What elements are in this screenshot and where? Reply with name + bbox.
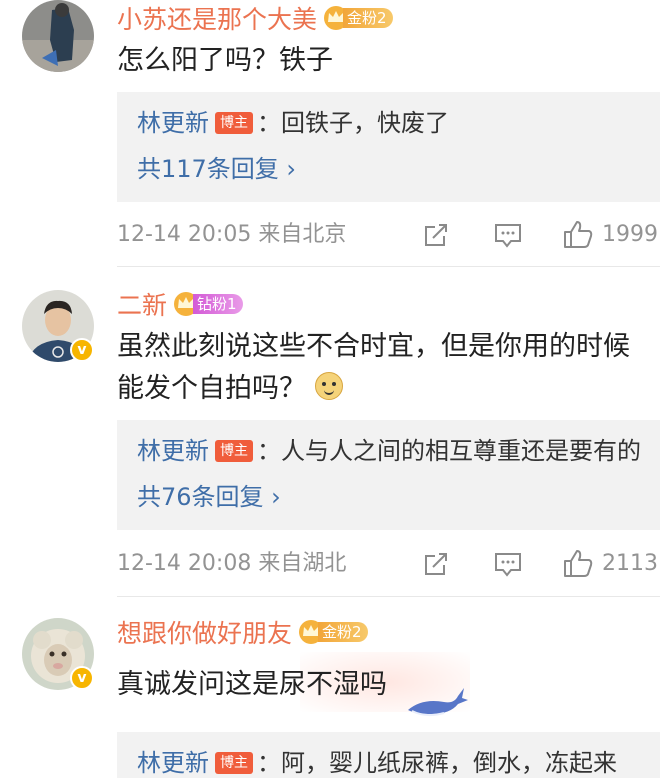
like-count: 1999 xyxy=(602,221,658,247)
like-icon xyxy=(564,550,593,577)
divider xyxy=(117,596,660,597)
reply-preview: 林更新 博主 ：人与人之间的相互尊重还是要有的 xyxy=(137,434,641,468)
fan-badge[interactable]: 钻粉1 xyxy=(173,292,243,316)
like-button[interactable]: 2113 xyxy=(562,548,658,578)
reply-box[interactable]: 林更新 博主 ：回铁子，快废了 共117条回复 › xyxy=(117,92,660,202)
comment-text: 真诚发问这是尿不湿吗 xyxy=(117,669,387,700)
comment-item: 小苏还是那个大美 金粉2 怎么阳了吗？铁子 林更新 博主 ：回铁子，快废了 共117… xyxy=(0,0,660,270)
comment-icon xyxy=(495,553,521,577)
comment-text-line: 能发个自拍吗？ xyxy=(117,368,657,410)
reply-text: ：阿，婴儿纸尿裤，倒水，冻起来 xyxy=(257,749,617,777)
comment-button[interactable] xyxy=(493,221,523,249)
comment-text: 怎么阳了吗？铁子 xyxy=(117,45,333,76)
comment-time: 12-14 20:08 xyxy=(117,551,252,576)
view-replies-link[interactable]: 共117条回复 › xyxy=(137,152,296,186)
comment-time: 12-14 20:05 xyxy=(117,222,252,247)
author-badge: 博主 xyxy=(215,752,253,774)
username[interactable]: 小苏还是那个大美 xyxy=(117,0,317,36)
like-button[interactable]: 1999 xyxy=(562,219,658,249)
author-badge: 博主 xyxy=(215,440,253,462)
comment-text: 虽然此刻说这些不合时宜，但是你用的时候 能发个自拍吗？ xyxy=(117,326,657,410)
like-count: 2113 xyxy=(602,550,658,576)
comment-text-tail: 能发个自拍吗？ xyxy=(117,373,306,404)
fan-badge-level: 金粉2 xyxy=(343,8,393,28)
reply-preview: 林更新 博主 ：阿，婴儿纸尿裤，倒水，冻起来 xyxy=(137,746,617,780)
comment-item: v 想跟你做好朋友 金粉2 真诚发问这是尿不湿吗 林更新 博主 ：阿，婴儿纸尿裤，倒… xyxy=(0,614,660,778)
reply-box[interactable]: 林更新 博主 ：人与人之间的相互尊重还是要有的 共76条回复 › xyxy=(117,420,660,530)
share-button[interactable] xyxy=(422,221,450,249)
fan-badge-level: 钻粉1 xyxy=(193,294,243,314)
reply-author[interactable]: 林更新 xyxy=(137,109,209,137)
comment-text-line: 虽然此刻说这些不合时宜，但是你用的时候 xyxy=(117,331,630,362)
comment-item: v 二新 钻粉1 虽然此刻说这些不合时宜，但是你用的时候 能发个自拍吗？ 林更新… xyxy=(0,286,660,596)
like-icon xyxy=(564,221,593,248)
whale-icon xyxy=(408,688,468,717)
fan-badge-level: 金粉2 xyxy=(318,622,368,642)
comment-location: 来自湖北 xyxy=(258,551,347,576)
share-icon xyxy=(425,224,447,246)
reply-author[interactable]: 林更新 xyxy=(137,749,209,777)
view-replies-link[interactable]: 共76条回复 › xyxy=(137,480,281,514)
reply-box[interactable]: 林更新 博主 ：阿，婴儿纸尿裤，倒水，冻起来 xyxy=(117,732,660,778)
fan-badge[interactable]: 金粉2 xyxy=(298,620,368,644)
share-button[interactable] xyxy=(422,550,450,578)
comment-meta: 12-14 20:08 来自湖北 xyxy=(117,549,346,579)
divider xyxy=(117,266,660,267)
fan-badge[interactable]: 金粉2 xyxy=(323,6,393,30)
comment-meta: 12-14 20:05 来自北京 xyxy=(117,220,346,250)
comment-button[interactable] xyxy=(493,550,523,578)
avatar[interactable] xyxy=(22,0,94,72)
avatar-image xyxy=(22,0,94,72)
verified-icon: v xyxy=(70,338,94,362)
comment-location: 来自北京 xyxy=(258,222,347,247)
reply-text: ：回铁子，快废了 xyxy=(257,109,449,137)
username[interactable]: 想跟你做好朋友 xyxy=(117,614,292,650)
share-icon xyxy=(425,553,447,575)
reply-author[interactable]: 林更新 xyxy=(137,437,209,465)
reply-text: ：人与人之间的相互尊重还是要有的 xyxy=(257,437,641,465)
doge-emoji-icon xyxy=(314,372,343,400)
username[interactable]: 二新 xyxy=(117,286,167,322)
verified-icon: v xyxy=(70,666,94,690)
reply-preview: 林更新 博主 ：回铁子，快废了 xyxy=(137,106,449,140)
comment-icon xyxy=(495,224,521,248)
author-badge: 博主 xyxy=(215,112,253,134)
